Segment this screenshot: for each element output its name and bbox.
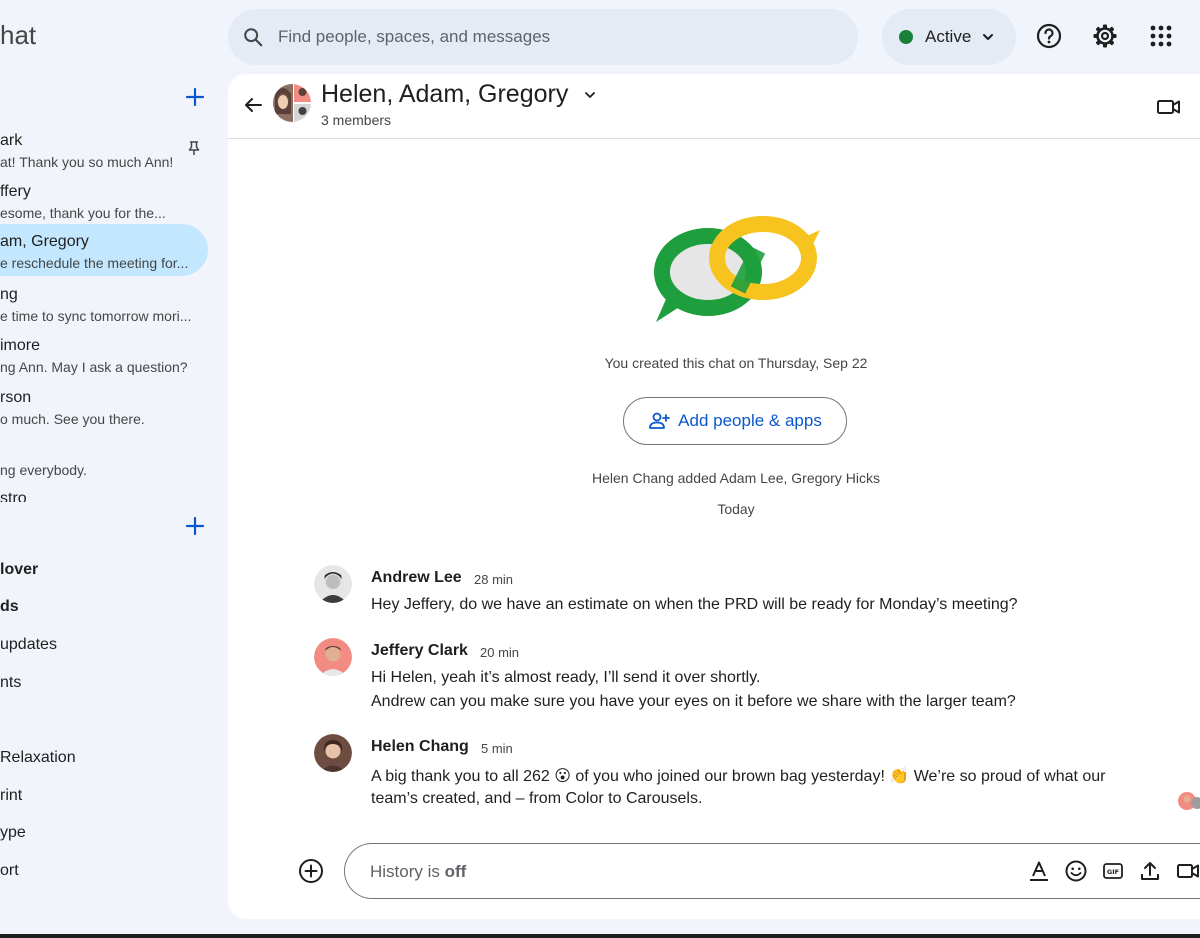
help-icon <box>1036 23 1062 49</box>
space-item[interactable]: updates <box>0 636 57 654</box>
space-item[interactable]: ds <box>0 598 19 616</box>
add-person-icon <box>649 412 671 429</box>
avatar[interactable] <box>314 734 352 772</box>
message-composer[interactable]: History is off GIF <box>344 843 1200 899</box>
chat-header: Helen, Adam, Gregory 3 members <box>228 74 1200 139</box>
app-title: hat <box>0 20 37 50</box>
add-people-apps-button[interactable]: Add people & apps <box>623 397 847 445</box>
message-text: Hi Helen, yeah it’s almost ready, I’ll s… <box>371 669 761 686</box>
dm-snippet: ng Ann. May I ask a question? <box>0 359 188 375</box>
dm-snippet: e time to sync tomorrow mori... <box>0 308 192 324</box>
emoji-icon[interactable] <box>1064 859 1088 883</box>
avatar[interactable] <box>314 638 352 676</box>
avatar[interactable] <box>314 565 352 603</box>
dm-snippet: o much. See you there. <box>0 411 145 427</box>
dm-name: am, Gregory <box>0 233 89 250</box>
message-sender[interactable]: Helen Chang <box>371 738 469 756</box>
add-attachment-icon[interactable] <box>298 858 324 884</box>
space-item[interactable]: ort <box>0 862 19 880</box>
composer-placeholder: History is off <box>370 862 467 881</box>
space-item[interactable]: lover <box>0 561 38 579</box>
new-space-plus-icon[interactable] <box>184 515 206 537</box>
back-arrow-icon[interactable] <box>242 94 264 116</box>
dm-name: imore <box>0 337 41 354</box>
space-item[interactable]: rint <box>0 787 22 805</box>
dm-name: rson <box>0 389 32 406</box>
chevron-down-icon[interactable] <box>583 88 597 102</box>
message-sender[interactable]: Andrew Lee <box>371 569 462 587</box>
message-text: team’s created, and – from Color to Caro… <box>371 790 703 807</box>
system-message: Helen Chang added Adam Lee, Gregory Hick… <box>592 470 880 486</box>
dm-item[interactable]: rson o much. See you there. <box>0 383 208 435</box>
dm-snippet: at! Thank you so much Ann! <box>0 154 174 170</box>
search-icon <box>244 28 263 47</box>
bottom-edge <box>0 934 1200 938</box>
svg-text:GIF: GIF <box>1107 868 1119 876</box>
text-format-icon[interactable] <box>1027 859 1051 883</box>
help-button[interactable] <box>1035 22 1063 50</box>
chat-title[interactable]: Helen, Adam, Gregory <box>321 80 568 109</box>
chevron-down-icon <box>983 34 994 40</box>
sidebar: ark at! Thank you so much Ann! ffery eso… <box>0 74 222 934</box>
dm-item[interactable]: ng e time to sync tomorrow mori... <box>0 280 208 332</box>
apps-button[interactable] <box>1147 22 1175 50</box>
message-text: Hey Jeffery, do we have an estimate on w… <box>371 596 1018 613</box>
space-item[interactable]: ype <box>0 824 26 842</box>
chat-rings-illustration <box>654 216 820 322</box>
group-avatar[interactable] <box>273 84 311 122</box>
message-text: A big thank you to all 262 😮 of you who … <box>371 768 1106 785</box>
pin-icon[interactable] <box>186 140 202 156</box>
message-text: Andrew can you make sure you have your e… <box>371 693 1016 710</box>
status-dot <box>899 30 913 44</box>
video-message-icon[interactable] <box>1176 859 1200 883</box>
video-call-icon[interactable] <box>1156 94 1182 120</box>
message-sender[interactable]: Jeffery Clark <box>371 642 468 660</box>
search-input[interactable] <box>278 27 798 47</box>
day-divider: Today <box>717 501 755 517</box>
dm-snippet: esome, thank you for the... <box>0 205 166 221</box>
space-item[interactable]: Relaxation <box>0 749 76 767</box>
upload-icon[interactable] <box>1138 859 1162 883</box>
apps-grid-icon <box>1150 25 1172 47</box>
gif-icon[interactable]: GIF <box>1101 859 1125 883</box>
dm-snippet: e reschedule the meeting for... <box>0 255 189 271</box>
dm-name: ng <box>0 286 18 303</box>
status-selector[interactable]: Active <box>882 9 1016 65</box>
dm-snippet: ng everybody. <box>0 462 87 478</box>
status-label: Active <box>925 27 972 46</box>
space-item[interactable]: nts <box>0 674 21 692</box>
dm-name: ffery <box>0 183 31 200</box>
read-receipt-avatar <box>1178 792 1200 810</box>
settings-button[interactable] <box>1091 22 1119 50</box>
member-count: 3 members <box>321 112 392 128</box>
chat-panel: Helen, Adam, Gregory 3 members You creat… <box>228 74 1200 919</box>
dm-name: stro <box>0 490 27 502</box>
dm-item-selected[interactable]: am, Gregory e reschedule the meeting for… <box>0 224 208 276</box>
search-bar[interactable] <box>228 9 858 65</box>
message-time: 20 min <box>480 645 520 660</box>
dm-name: ark <box>0 132 23 149</box>
message-time: 5 min <box>481 741 513 756</box>
message-time: 28 min <box>474 572 514 587</box>
new-chat-plus-icon[interactable] <box>184 86 206 108</box>
dm-item[interactable]: ffery esome, thank you for the... <box>0 177 208 229</box>
dm-item[interactable]: ng everybody. <box>0 434 208 486</box>
chat-created-notice: You created this chat on Thursday, Sep 2… <box>604 355 868 371</box>
gear-icon <box>1093 24 1117 48</box>
dm-item-clipped[interactable]: stro <box>0 486 222 502</box>
dm-item[interactable]: imore ng Ann. May I ask a question? <box>0 331 208 383</box>
dm-item[interactable]: ark at! Thank you so much Ann! <box>0 126 208 178</box>
add-people-apps-label: Add people & apps <box>678 411 822 430</box>
